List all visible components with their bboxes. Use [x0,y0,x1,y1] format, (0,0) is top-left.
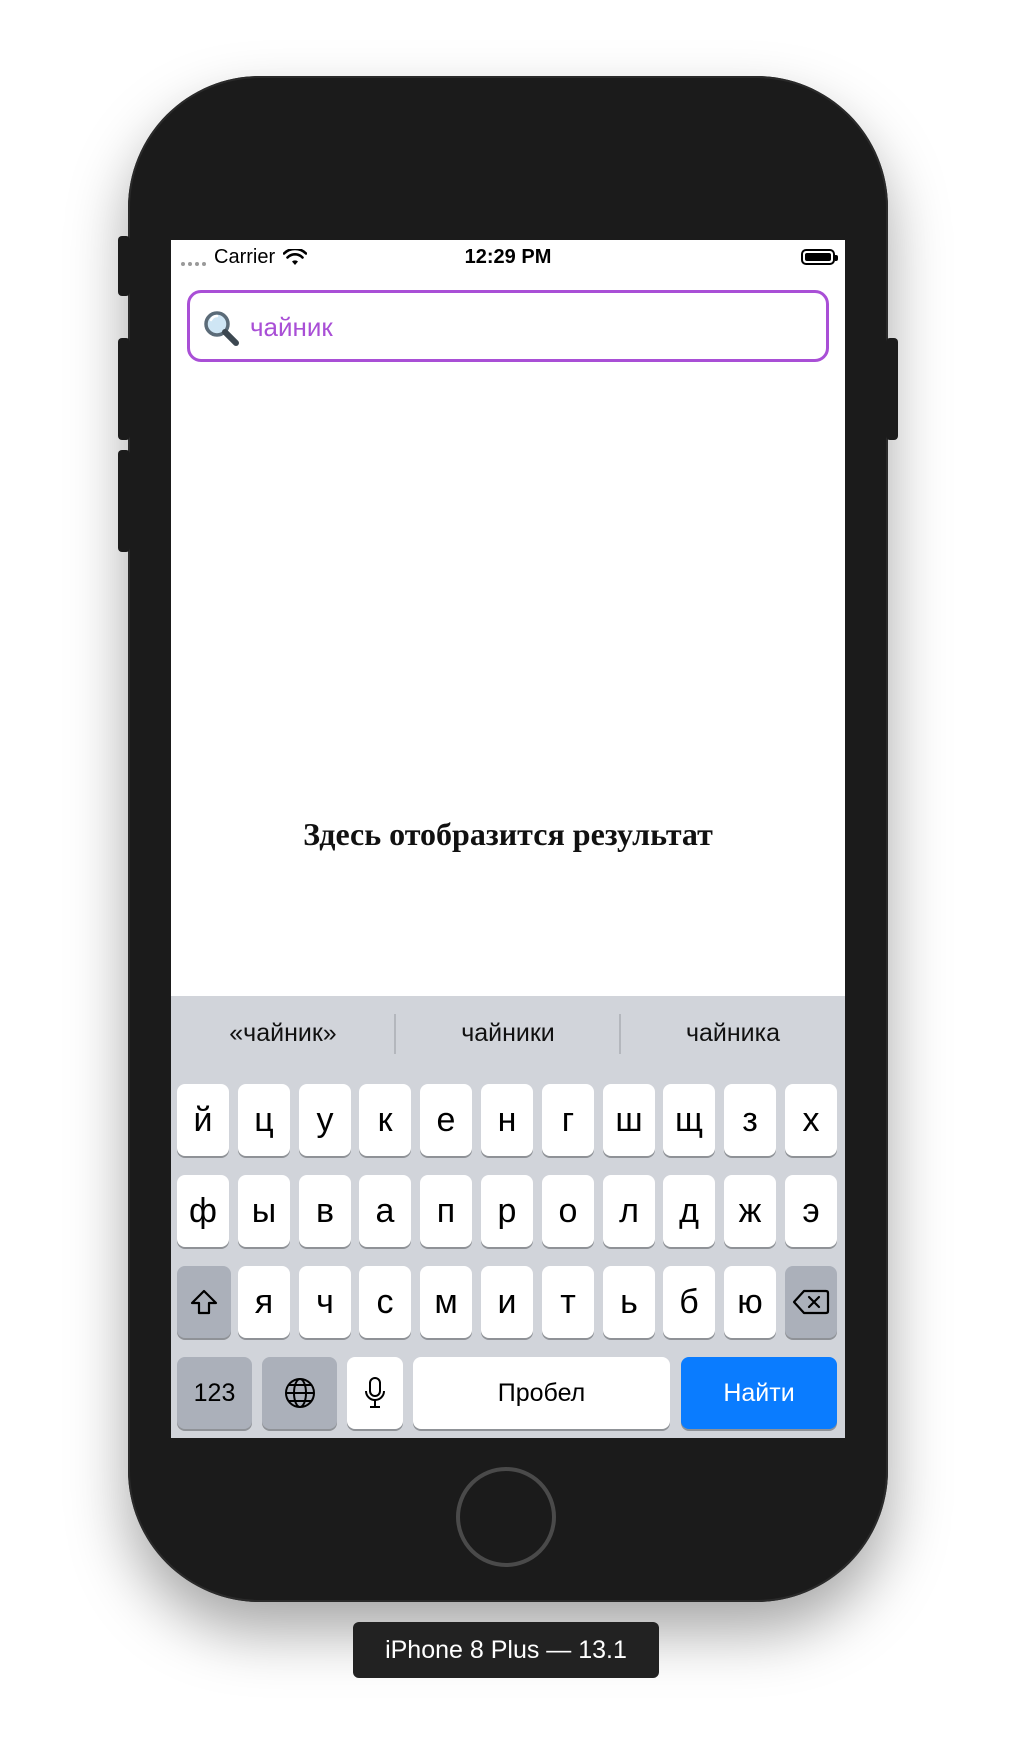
magnifier-icon [204,311,239,346]
key[interactable]: к [359,1084,411,1156]
key[interactable]: ь [603,1266,655,1338]
result-placeholder: Здесь отобразится результат [303,816,713,852]
key[interactable]: е [420,1084,472,1156]
key[interactable]: у [299,1084,351,1156]
key[interactable]: ц [238,1084,290,1156]
key[interactable]: ш [603,1084,655,1156]
suggestion-bar: «чайник» чайники чайника [171,996,845,1070]
key[interactable]: н [481,1084,533,1156]
key[interactable]: о [542,1175,594,1247]
status-time: 12:29 PM [464,246,552,268]
volume-down-button [118,450,130,552]
key[interactable]: л [603,1175,655,1247]
battery-icon [801,249,838,265]
key[interactable]: з [724,1084,776,1156]
key[interactable]: в [299,1175,351,1247]
key[interactable]: ж [724,1175,776,1247]
numbers-key[interactable]: 123 [177,1357,252,1429]
mute-switch [118,236,130,296]
key[interactable]: х [785,1084,837,1156]
key[interactable]: м [420,1266,472,1338]
shift-icon [190,1289,218,1315]
space-key[interactable]: Пробел [413,1357,670,1429]
key[interactable]: ч [299,1266,351,1338]
suggestion-3[interactable]: чайника [621,996,845,1070]
suggestion-1[interactable]: «чайник» [171,996,395,1070]
search-field[interactable] [187,290,829,362]
backspace-icon [792,1289,830,1315]
keyboard: «чайник» чайники чайника й ц у к е н г ш… [171,996,845,1438]
delete-key[interactable] [785,1266,837,1338]
key[interactable]: р [481,1175,533,1247]
globe-icon [284,1378,315,1408]
key[interactable]: а [359,1175,411,1247]
key[interactable]: д [663,1175,715,1247]
suggestion-2[interactable]: чайники [396,996,620,1070]
search-go-key[interactable]: Найти [681,1357,837,1429]
home-button[interactable] [456,1467,556,1567]
key[interactable]: б [663,1266,715,1338]
globe-key[interactable] [262,1357,337,1429]
device-label: iPhone 8 Plus — 13.1 [353,1622,659,1678]
search-input[interactable] [248,305,812,349]
dictation-key[interactable] [347,1357,403,1429]
key[interactable]: й [177,1084,229,1156]
key[interactable]: я [238,1266,290,1338]
key[interactable]: п [420,1175,472,1247]
shift-key[interactable] [177,1266,231,1338]
key[interactable]: г [542,1084,594,1156]
key[interactable]: ю [724,1266,776,1338]
key[interactable]: э [785,1175,837,1247]
key[interactable]: т [542,1266,594,1338]
volume-up-button [118,338,130,440]
key[interactable]: щ [663,1084,715,1156]
key[interactable]: с [359,1266,411,1338]
status-bar: Carrier 12:29 PM [171,240,845,276]
key[interactable]: и [481,1266,533,1338]
key[interactable]: ф [177,1175,229,1247]
screen: Carrier 12:29 PM Здесь отобразится резул… [171,240,845,1438]
microphone-icon [365,1377,385,1408]
key[interactable]: ы [238,1175,290,1247]
power-button [886,338,898,440]
